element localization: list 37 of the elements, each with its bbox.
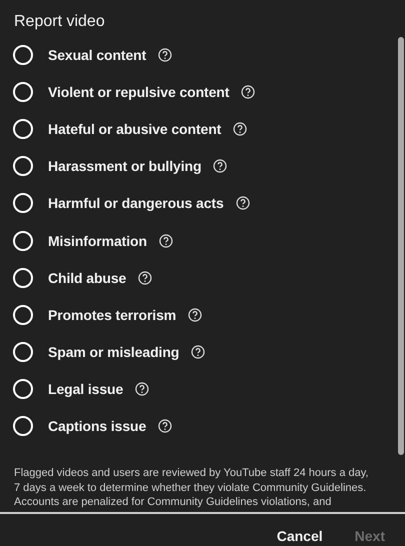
option-label: Harassment or bullying <box>48 158 202 174</box>
radio-button[interactable] <box>13 156 33 176</box>
option-label: Captions issue <box>48 418 146 434</box>
help-icon[interactable] <box>188 308 202 322</box>
option-label: Sexual content <box>48 46 146 63</box>
help-icon[interactable] <box>236 196 250 210</box>
radio-button[interactable] <box>13 193 33 214</box>
option-label: Violent or repulsive content <box>48 84 230 100</box>
help-icon[interactable] <box>158 419 172 434</box>
radio-button[interactable] <box>13 268 33 288</box>
option-label: Legal issue <box>48 381 124 398</box>
notice-text: Flagged videos and users are reviewed by YouTube staff 24 hours a day, 7 days a week to determine whether they violate Community Guidelines. Accounts are penalized for Community Guidelines violations, and <box>13 466 370 510</box>
radio-button[interactable] <box>13 230 33 251</box>
option-label: Misinformation <box>48 232 147 249</box>
radio-button[interactable] <box>13 342 33 362</box>
option-label: Hateful or abusive content <box>48 120 222 137</box>
radio-button[interactable] <box>13 304 33 325</box>
cancel-button[interactable]: Cancel <box>268 526 331 546</box>
help-icon[interactable] <box>233 122 248 136</box>
help-icon[interactable] <box>135 382 150 396</box>
radio-button[interactable] <box>13 118 33 139</box>
scrollbar[interactable] <box>398 37 404 455</box>
help-icon[interactable] <box>158 234 173 248</box>
dialog-title: Report video <box>13 12 106 32</box>
help-icon[interactable] <box>191 345 206 360</box>
radio-button[interactable] <box>13 82 33 102</box>
option-label: Promotes terrorism <box>48 306 176 323</box>
help-icon[interactable] <box>138 270 152 285</box>
help-icon[interactable] <box>213 159 228 174</box>
option-label: Spam or misleading <box>48 344 180 360</box>
radio-button[interactable] <box>13 416 33 436</box>
help-icon[interactable] <box>158 48 172 62</box>
option-label: Harmful or dangerous acts <box>48 195 224 212</box>
option-label: Child abuse <box>48 270 126 286</box>
radio-button[interactable] <box>13 44 33 65</box>
radio-button[interactable] <box>13 379 33 400</box>
help-icon[interactable] <box>241 84 256 99</box>
